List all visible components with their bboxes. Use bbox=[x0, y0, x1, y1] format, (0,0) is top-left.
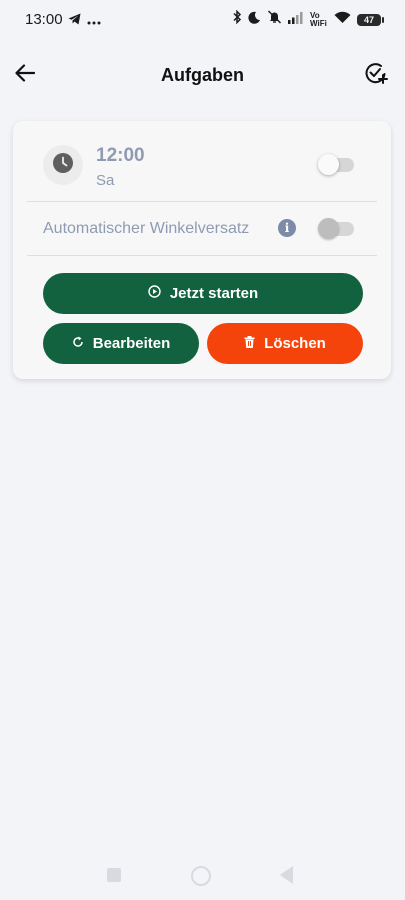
more-dots-icon bbox=[87, 12, 101, 30]
system-nav-bar bbox=[0, 860, 405, 892]
add-task-button[interactable] bbox=[363, 62, 389, 88]
bell-off-icon bbox=[267, 10, 282, 29]
toggle-knob bbox=[318, 218, 339, 239]
home-icon[interactable] bbox=[191, 866, 211, 886]
info-icon[interactable]: i bbox=[278, 219, 296, 237]
clock-icon bbox=[52, 152, 74, 179]
moon-icon bbox=[248, 11, 261, 29]
status-right-icons: Vo WiFi 47 bbox=[232, 9, 384, 29]
check-circle-add-icon bbox=[364, 61, 388, 90]
battery-level: 47 bbox=[363, 14, 374, 25]
trash-icon bbox=[244, 335, 255, 352]
signal-icon bbox=[288, 11, 304, 29]
delete-label: Löschen bbox=[264, 335, 326, 352]
battery-tip bbox=[382, 16, 384, 23]
edit-button[interactable]: Bearbeiten bbox=[43, 323, 199, 364]
battery-icon: 47 bbox=[357, 13, 384, 26]
vowifi-icon: Vo WiFi bbox=[310, 10, 327, 28]
task-time: 12:00 bbox=[96, 145, 145, 166]
telegram-icon bbox=[68, 12, 81, 30]
bluetooth-icon bbox=[232, 9, 242, 29]
refresh-icon bbox=[72, 335, 84, 352]
auto-offset-label: Automatischer Winkelversatz bbox=[43, 220, 250, 237]
divider bbox=[27, 201, 377, 202]
recents-icon[interactable] bbox=[107, 868, 121, 882]
app-bar: Aufgaben bbox=[0, 50, 405, 100]
divider bbox=[27, 255, 377, 256]
task-day: Sa bbox=[96, 172, 115, 189]
status-time: 13:00 bbox=[25, 11, 63, 28]
auto-offset-toggle[interactable] bbox=[318, 218, 354, 239]
task-card: 12:00 Sa Automatischer Winkelversatz i J… bbox=[13, 121, 391, 379]
start-now-label: Jetzt starten bbox=[169, 285, 259, 302]
task-enabled-toggle[interactable] bbox=[318, 154, 354, 175]
toggle-knob bbox=[318, 154, 339, 175]
start-now-button[interactable]: Jetzt starten bbox=[43, 273, 363, 314]
wifi-icon bbox=[334, 11, 351, 29]
status-left-icons bbox=[68, 12, 101, 30]
nav-back-icon[interactable] bbox=[280, 866, 293, 884]
play-circle-icon bbox=[148, 285, 161, 302]
delete-button[interactable]: Löschen bbox=[207, 323, 363, 364]
status-bar: 13:00 Vo WiFi 47 bbox=[0, 0, 405, 40]
page-title: Aufgaben bbox=[161, 65, 244, 85]
clock-badge bbox=[43, 145, 83, 185]
edit-label: Bearbeiten bbox=[92, 335, 171, 352]
